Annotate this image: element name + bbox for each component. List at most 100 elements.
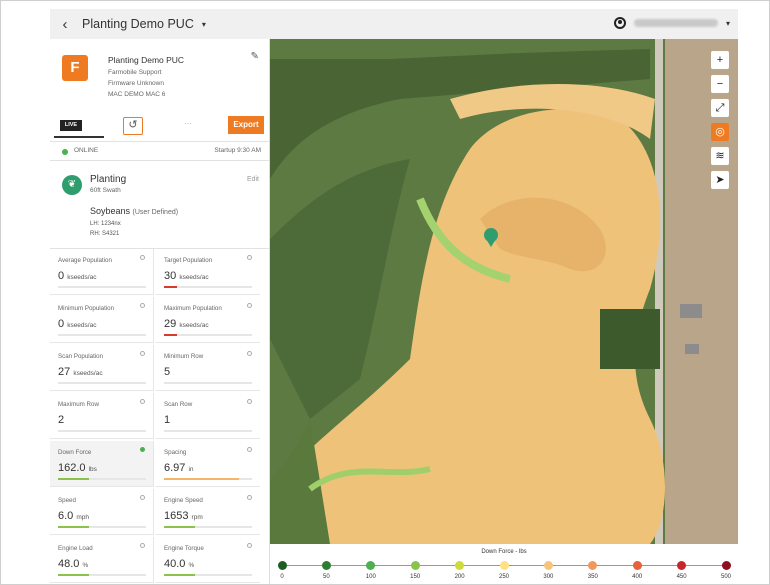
metric-label: Target Population bbox=[164, 257, 213, 264]
metric-label: Engine Load bbox=[58, 545, 93, 552]
metric-card[interactable]: Maximum Row 2 bbox=[50, 393, 154, 439]
info-icon[interactable] bbox=[247, 543, 252, 548]
metric-card[interactable]: Minimum Row 5 bbox=[156, 345, 260, 391]
metric-value: 6.0 mph bbox=[58, 510, 89, 522]
legend-color-dot bbox=[455, 561, 465, 570]
info-icon[interactable] bbox=[247, 255, 252, 260]
metric-card[interactable]: Speed 6.0 mph bbox=[50, 489, 154, 535]
metric-unit: kseeds/ac bbox=[67, 274, 97, 281]
status-dot-icon bbox=[62, 149, 68, 155]
metric-number: 40.0 bbox=[164, 558, 186, 570]
metric-card[interactable]: Minimum Population 0 kseeds/ac bbox=[50, 297, 154, 343]
navigate-icon[interactable]: ➤ bbox=[711, 171, 729, 189]
layers-icon[interactable]: ≋ bbox=[711, 147, 729, 165]
device-card: F Planting Demo PUC Farmobile Support Fi… bbox=[50, 39, 269, 141]
metric-number: 0 bbox=[58, 270, 65, 282]
metric-card[interactable]: Engine Speed 1653 rpm bbox=[156, 489, 260, 535]
crop-label: Soybeans bbox=[90, 206, 131, 216]
metric-unit: mph bbox=[76, 514, 90, 521]
info-icon[interactable] bbox=[247, 399, 252, 404]
legend-color-dot bbox=[499, 561, 509, 570]
back-icon[interactable]: ‹ bbox=[54, 16, 76, 33]
metric-card[interactable]: Target Population 30 kseeds/ac bbox=[156, 249, 260, 295]
info-icon[interactable] bbox=[140, 351, 145, 356]
metric-card[interactable]: Scan Row 1 bbox=[156, 393, 260, 439]
metric-number: 6.97 bbox=[164, 462, 186, 474]
metric-number: 1653 bbox=[164, 510, 189, 522]
metric-bar-fill bbox=[164, 478, 239, 480]
metric-card[interactable]: Engine Torque 40.0 % bbox=[156, 537, 260, 583]
metric-value: 0 kseeds/ac bbox=[58, 270, 96, 282]
metric-number: 48.0 bbox=[58, 558, 80, 570]
metric-value: 5 bbox=[164, 366, 170, 378]
chevron-down-icon[interactable]: ▾ bbox=[726, 19, 730, 28]
metric-bar bbox=[58, 526, 146, 528]
building bbox=[680, 304, 702, 318]
info-icon[interactable] bbox=[247, 495, 252, 500]
metric-card[interactable]: Maximum Population 29 kseeds/ac bbox=[156, 297, 260, 343]
info-icon[interactable] bbox=[140, 543, 145, 548]
metric-value: 162.0 lbs bbox=[58, 462, 97, 474]
metric-value: 0 kseeds/ac bbox=[58, 318, 96, 330]
farmobile-logo-icon: F bbox=[62, 55, 88, 81]
metric-value: 40.0 % bbox=[164, 558, 194, 570]
metric-label: Maximum Population bbox=[164, 305, 222, 312]
metric-bar bbox=[58, 430, 146, 432]
metric-bar bbox=[58, 478, 146, 480]
metric-value: 1653 rpm bbox=[164, 510, 203, 522]
startup-time: Startup 9:30 AM bbox=[214, 147, 261, 154]
zoom-out-icon[interactable]: − bbox=[711, 75, 729, 93]
metric-number: 30 bbox=[164, 270, 177, 282]
legend-tick-label: 450 bbox=[676, 574, 687, 580]
app-frame: ‹ Planting Demo PUC ▾ ▾ F Planting Demo … bbox=[0, 0, 770, 585]
metric-bar bbox=[164, 478, 252, 480]
info-icon[interactable] bbox=[140, 303, 145, 308]
more-icon[interactable]: ··· bbox=[184, 119, 192, 128]
layers-color-icon[interactable]: ◎ bbox=[711, 123, 729, 141]
metric-label: Scan Population bbox=[58, 353, 104, 360]
metric-number: 29 bbox=[164, 318, 177, 330]
metric-card[interactable]: Spacing 6.97 in bbox=[156, 441, 260, 487]
edit-link[interactable]: Edit bbox=[247, 176, 259, 183]
building-2 bbox=[685, 344, 699, 354]
pencil-icon[interactable]: ✎ bbox=[251, 51, 259, 62]
device-mac: MAC DEMO MAC 6 bbox=[108, 91, 166, 98]
history-icon[interactable]: ↺ bbox=[123, 117, 143, 135]
info-icon[interactable] bbox=[140, 255, 145, 260]
top-bar: ‹ Planting Demo PUC ▾ ▾ bbox=[50, 9, 738, 39]
metric-bar bbox=[58, 334, 146, 336]
operation-name: Planting bbox=[90, 174, 127, 185]
metric-card[interactable]: Average Population 0 kseeds/ac bbox=[50, 249, 154, 295]
device-name: Planting Demo PUC bbox=[108, 55, 185, 65]
info-icon[interactable] bbox=[247, 447, 252, 452]
metric-unit: % bbox=[188, 562, 195, 569]
chevron-down-icon[interactable]: ▾ bbox=[202, 20, 206, 29]
metric-bar bbox=[58, 382, 146, 384]
field-map[interactable]: + − ⤢ ◎ ≋ ➤ Down Force - lbs 0 50 100 150 200 250 3… bbox=[270, 39, 738, 584]
info-icon[interactable] bbox=[247, 351, 252, 356]
legend-tick-label: 150 bbox=[410, 574, 421, 580]
tab-live[interactable]: LIVE bbox=[60, 120, 82, 131]
metric-bar-fill bbox=[164, 286, 178, 288]
page-title[interactable]: Planting Demo PUC bbox=[82, 17, 194, 31]
export-button[interactable]: Export bbox=[228, 116, 264, 134]
metric-bar-fill bbox=[164, 574, 195, 576]
metric-card[interactable]: Engine Load 48.0 % bbox=[50, 537, 154, 583]
info-icon[interactable] bbox=[140, 495, 145, 500]
crop-note: (User Defined) bbox=[132, 209, 179, 216]
metric-number: 27 bbox=[58, 366, 71, 378]
metric-bar bbox=[58, 286, 146, 288]
info-icon[interactable] bbox=[140, 399, 145, 404]
metric-card[interactable]: Down Force 162.0 lbs bbox=[50, 441, 154, 487]
leaf-icon: ❦ bbox=[62, 175, 82, 195]
info-icon[interactable] bbox=[140, 447, 145, 452]
status-text: ONLINE bbox=[74, 147, 99, 154]
metric-card[interactable]: Scan Population 27 kseeds/ac bbox=[50, 345, 154, 391]
fullscreen-icon[interactable]: ⤢ bbox=[711, 99, 729, 117]
metric-value: 29 kseeds/ac bbox=[164, 318, 209, 330]
legend-title: Down Force - lbs bbox=[481, 549, 527, 555]
metric-unit: lbs bbox=[88, 466, 97, 473]
info-icon[interactable] bbox=[247, 303, 252, 308]
user-menu[interactable]: ▾ bbox=[613, 17, 730, 29]
zoom-in-icon[interactable]: + bbox=[711, 51, 729, 69]
